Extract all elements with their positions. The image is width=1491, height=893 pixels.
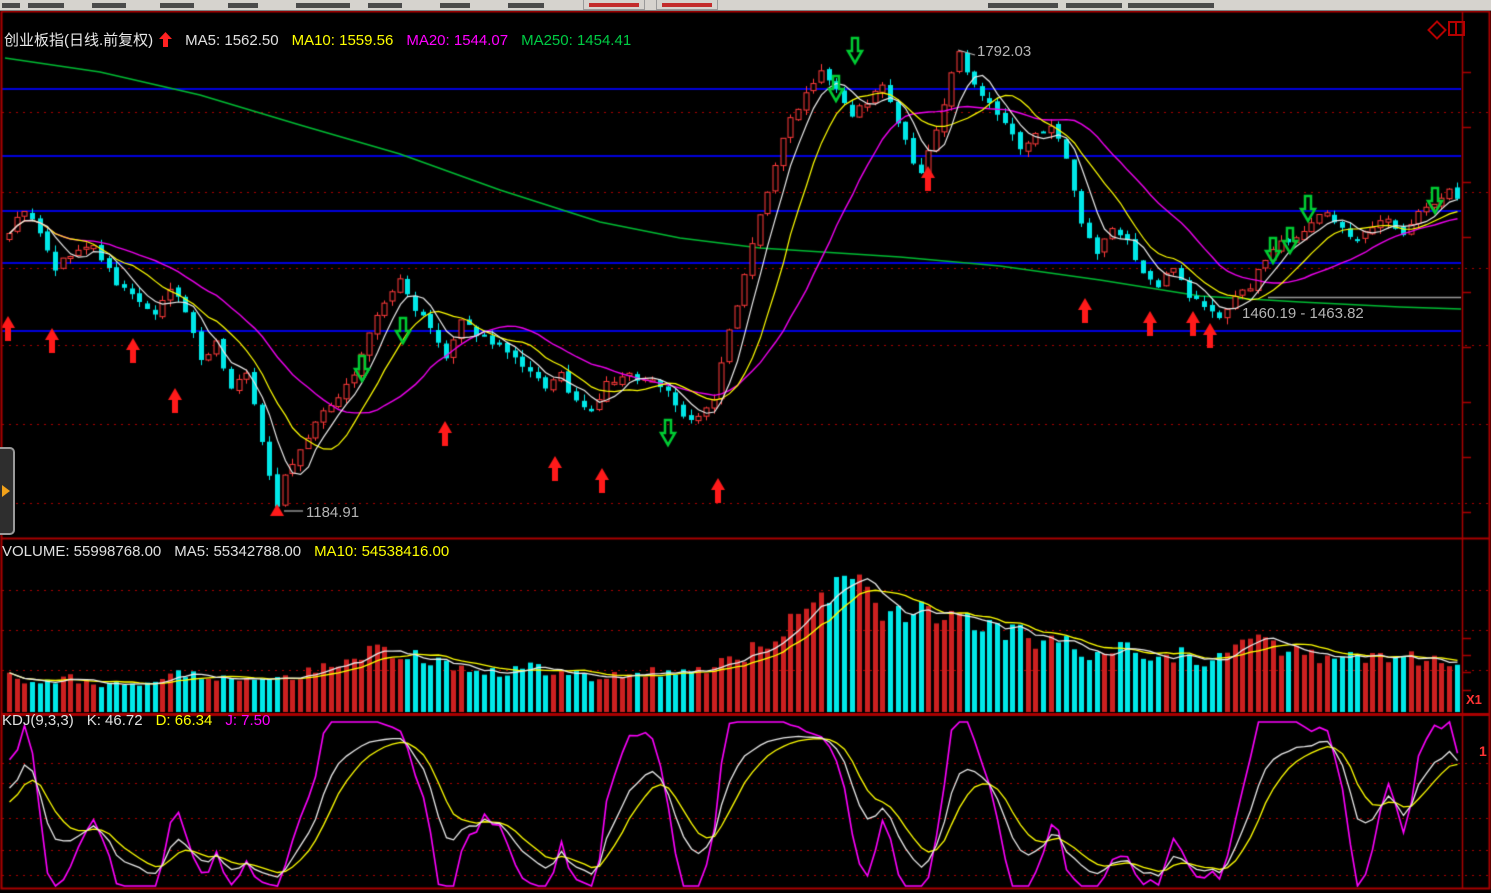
annotation-range: 1460.19 - 1463.82 [1242, 305, 1364, 322]
volume-header: VOLUME: 55998768.00 MA5: 55342788.00 MA10:… [2, 543, 462, 560]
ma5-label: MA5: 1562.50 [185, 32, 278, 49]
volume-axis-x1-label: X1 [1466, 692, 1482, 707]
ma10-label: MA10: 1559.56 [292, 32, 394, 49]
menubar-fragment [368, 3, 402, 8]
kdj-header: KDJ(9,3,3) K: 46.72 D: 66.34 J: 7.50 [2, 712, 283, 729]
menubar-fragment [228, 3, 258, 8]
menubar-fragment [296, 3, 350, 8]
kdj-d-label: D: 66.34 [156, 712, 213, 729]
menubar-fragment [508, 3, 544, 8]
menubar-fragment [988, 3, 1058, 8]
menubar [0, 0, 1491, 11]
menubar-fragment [92, 3, 126, 8]
menubar-fragment [1066, 3, 1122, 8]
menubar-fragment [28, 3, 64, 8]
kdj-j-label: J: 7.50 [225, 712, 270, 729]
menubar-fragment [160, 3, 194, 8]
kdj-label: KDJ(9,3,3) [2, 712, 74, 729]
sidebar-expand-tab[interactable] [0, 447, 15, 535]
volume-ma10-label: MA10: 54538416.00 [314, 543, 449, 560]
up-arrow-icon [159, 32, 172, 51]
kdj-k-label: K: 46.72 [87, 712, 143, 729]
chevron-right-icon [2, 485, 10, 497]
menubar-button-red-1[interactable] [583, 0, 645, 10]
ma250-label: MA250: 1454.41 [521, 32, 631, 49]
chart-canvas[interactable] [0, 0, 1491, 893]
main-chart-header: 创业板指(日线.前复权) MA5: 1562.50 MA10: 1559.56 MA2… [4, 29, 644, 51]
kdj-axis-label: 1 [1479, 743, 1487, 759]
symbol-title: 创业板指(日线.前复权) [4, 32, 153, 49]
menubar-fragment [2, 3, 20, 8]
annotation-low: 1184.91 [306, 504, 359, 521]
annotation-high: 1792.03 [977, 43, 1031, 60]
menubar-button-red-2[interactable] [656, 0, 718, 10]
window-split-icon[interactable] [1448, 21, 1465, 36]
menubar-fragment [440, 3, 470, 8]
ma20-label: MA20: 1544.07 [406, 32, 508, 49]
volume-ma5-label: MA5: 55342788.00 [174, 543, 301, 560]
menubar-fragment [1128, 3, 1214, 8]
volume-label: VOLUME: 55998768.00 [2, 543, 161, 560]
